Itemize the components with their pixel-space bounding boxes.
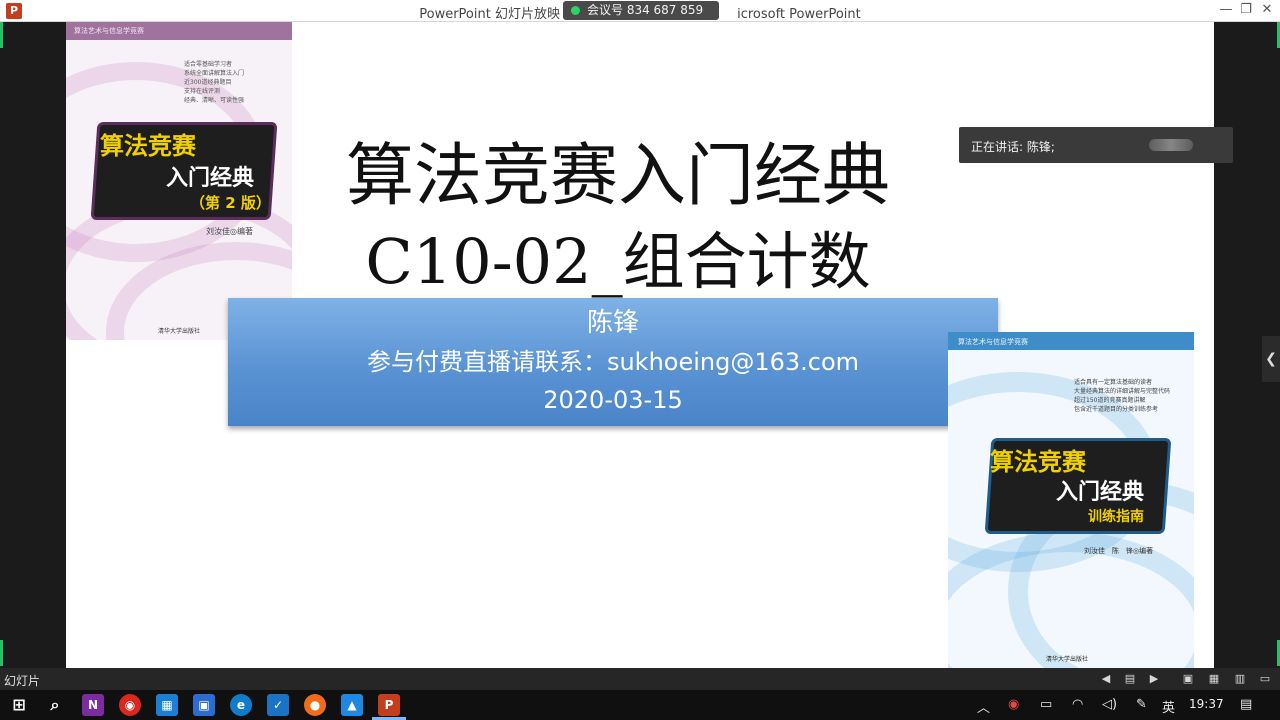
close-button[interactable]: ✕	[1258, 2, 1276, 18]
contact-line: 参与付费直播请联系：sukhoeing@163.com	[366, 348, 860, 376]
window-title-left: PowerPoint 幻灯片放映 - [C	[419, 7, 588, 22]
book-bullet: 超过150道的竞赛真题讲解	[1074, 397, 1146, 404]
minimize-button[interactable]: —	[1217, 2, 1235, 18]
clock-time[interactable]: 19:37	[1189, 697, 1224, 711]
slide-menu-button[interactable]: ▤	[1122, 671, 1138, 687]
restore-button[interactable]: ❐	[1237, 2, 1255, 18]
slideshow-status-bar: 幻灯片 ◀ ▤ ▶ ▣ ▦ ▥ ▭	[0, 668, 1280, 690]
book-bullet: 经典、清晰、可读性强	[184, 97, 245, 104]
book-bullet: 系统全面讲解算法入门	[184, 70, 245, 77]
search-icon[interactable]: ⌕	[44, 694, 66, 716]
normal-view-icon[interactable]: ▣	[1180, 671, 1196, 687]
side-panel-toggle[interactable]: ❮	[1262, 336, 1280, 382]
active-speaker-text: 正在讲话: 陈锋;	[971, 140, 1055, 154]
book-bullet: 大量经典算法的详细讲解与完整代码	[1074, 388, 1171, 395]
book-bullets: 适合具有一定算法基础的读者 大量经典算法的详细讲解与完整代码 超过150道的竞赛…	[1074, 378, 1170, 414]
reading-view-icon[interactable]: ▥	[1232, 671, 1248, 687]
wifi-icon[interactable]: ◠	[1072, 697, 1083, 712]
chevron-left-icon: ❮	[1265, 351, 1277, 367]
info-banner: 陈锋 参与付费直播请联系：sukhoeing@163.com 2020-03-1…	[228, 298, 998, 426]
meeting-status-icon	[571, 6, 580, 15]
book-bullet: 近300道经典题目	[184, 79, 232, 86]
book-bullets: 适合零基础学习者 系统全面讲解算法入门 近300道经典题目 支持在线评测 经典、…	[184, 60, 244, 105]
share-border-marker	[0, 640, 3, 666]
remote-app-icon[interactable]: ▲	[341, 694, 363, 716]
book-title-line1: 算法竞赛	[990, 448, 1086, 476]
meeting-id-badge[interactable]: 会议号 834 687 859	[563, 1, 719, 20]
book-bullet: 包含近千道题目的分类训练参考	[1074, 406, 1159, 413]
window-title-right: icrosoft PowerPoint	[737, 7, 861, 22]
speaker-indicator	[1149, 139, 1193, 151]
slide-sorter-icon[interactable]: ▦	[1206, 671, 1222, 687]
onenote-icon[interactable]: N	[82, 694, 104, 716]
book-title-line2: 入门经典	[1056, 480, 1145, 505]
screen: P PowerPoint 幻灯片放映 - [C icrosoft PowerPoi…	[0, 0, 1280, 720]
record-icon[interactable]: ◉	[1008, 697, 1019, 712]
slideshow-view-icon[interactable]: ▭	[1257, 671, 1273, 687]
slide-date: 2020-03-15	[543, 386, 683, 414]
save-icon[interactable]: ▣	[193, 694, 215, 716]
book-series: 算法艺术与信息学竞赛	[74, 27, 144, 35]
book-bullet: 适合零基础学习者	[184, 61, 233, 68]
powerpoint-taskbar-icon[interactable]: P	[378, 694, 400, 716]
firefox-icon[interactable]: ●	[304, 694, 326, 716]
book-bullet: 适合具有一定算法基础的读者	[1074, 379, 1153, 386]
volume-icon[interactable]: ◁)	[1102, 697, 1117, 712]
windows-start-icon[interactable]: ⊞	[8, 694, 30, 716]
book-subtitle: 训练指南	[1088, 509, 1144, 525]
tray-expand-icon[interactable]: ︿	[977, 697, 990, 716]
book-publisher: 清华大学出版社	[1046, 656, 1089, 663]
edge-icon[interactable]: e	[230, 694, 252, 716]
pen-icon[interactable]: ✎	[1136, 697, 1147, 712]
window-title-bar: P PowerPoint 幻灯片放映 - [C icrosoft PowerPoi…	[0, 0, 1280, 22]
book-publisher: 清华大学出版社	[158, 328, 201, 335]
active-speaker-popup: 正在讲话: 陈锋;	[959, 127, 1233, 163]
previous-slide-button[interactable]: ◀	[1098, 671, 1114, 687]
meeting-id-text: 会议号 834 687 859	[587, 3, 704, 17]
presenter-name: 陈锋	[586, 308, 639, 338]
next-slide-button[interactable]: ▶	[1146, 671, 1162, 687]
left-letterbox	[0, 22, 66, 668]
book-bullet: 支持在线评测	[184, 88, 221, 95]
netease-music-icon[interactable]: ◉	[119, 694, 141, 716]
book-author: 刘汝佳 陈 锋◎编著	[1084, 547, 1154, 555]
notification-icon[interactable]: ▤	[1240, 697, 1252, 712]
todo-icon[interactable]: ✓	[267, 694, 289, 716]
book-cover-2: 算法艺术与信息学竞赛 适合具有一定算法基础的读者 大量经典算法的详细讲解与完整代…	[948, 332, 1194, 668]
calendar-icon[interactable]: ▦	[156, 694, 178, 716]
battery-icon[interactable]: ▭	[1040, 697, 1052, 712]
windows-taskbar: ⊞ ⌕ N ◉ ▦ ▣ e ✓ ● ▲ P ︿ ◉ ▭ ◠ ◁) ✎ 英 19:…	[0, 690, 1280, 720]
share-border-marker	[0, 22, 3, 48]
slide-subtitle: C10-02_组合计数	[365, 225, 871, 298]
slide[interactable]: 算法艺术与信息学竞赛 适合零基础学习者 系统全面讲解算法入门 近300道经典题目…	[66, 22, 1214, 668]
slide-label: 幻灯片	[4, 674, 41, 688]
ime-indicator[interactable]: 英	[1162, 697, 1175, 716]
book-series: 算法艺术与信息学竞赛	[958, 338, 1028, 346]
